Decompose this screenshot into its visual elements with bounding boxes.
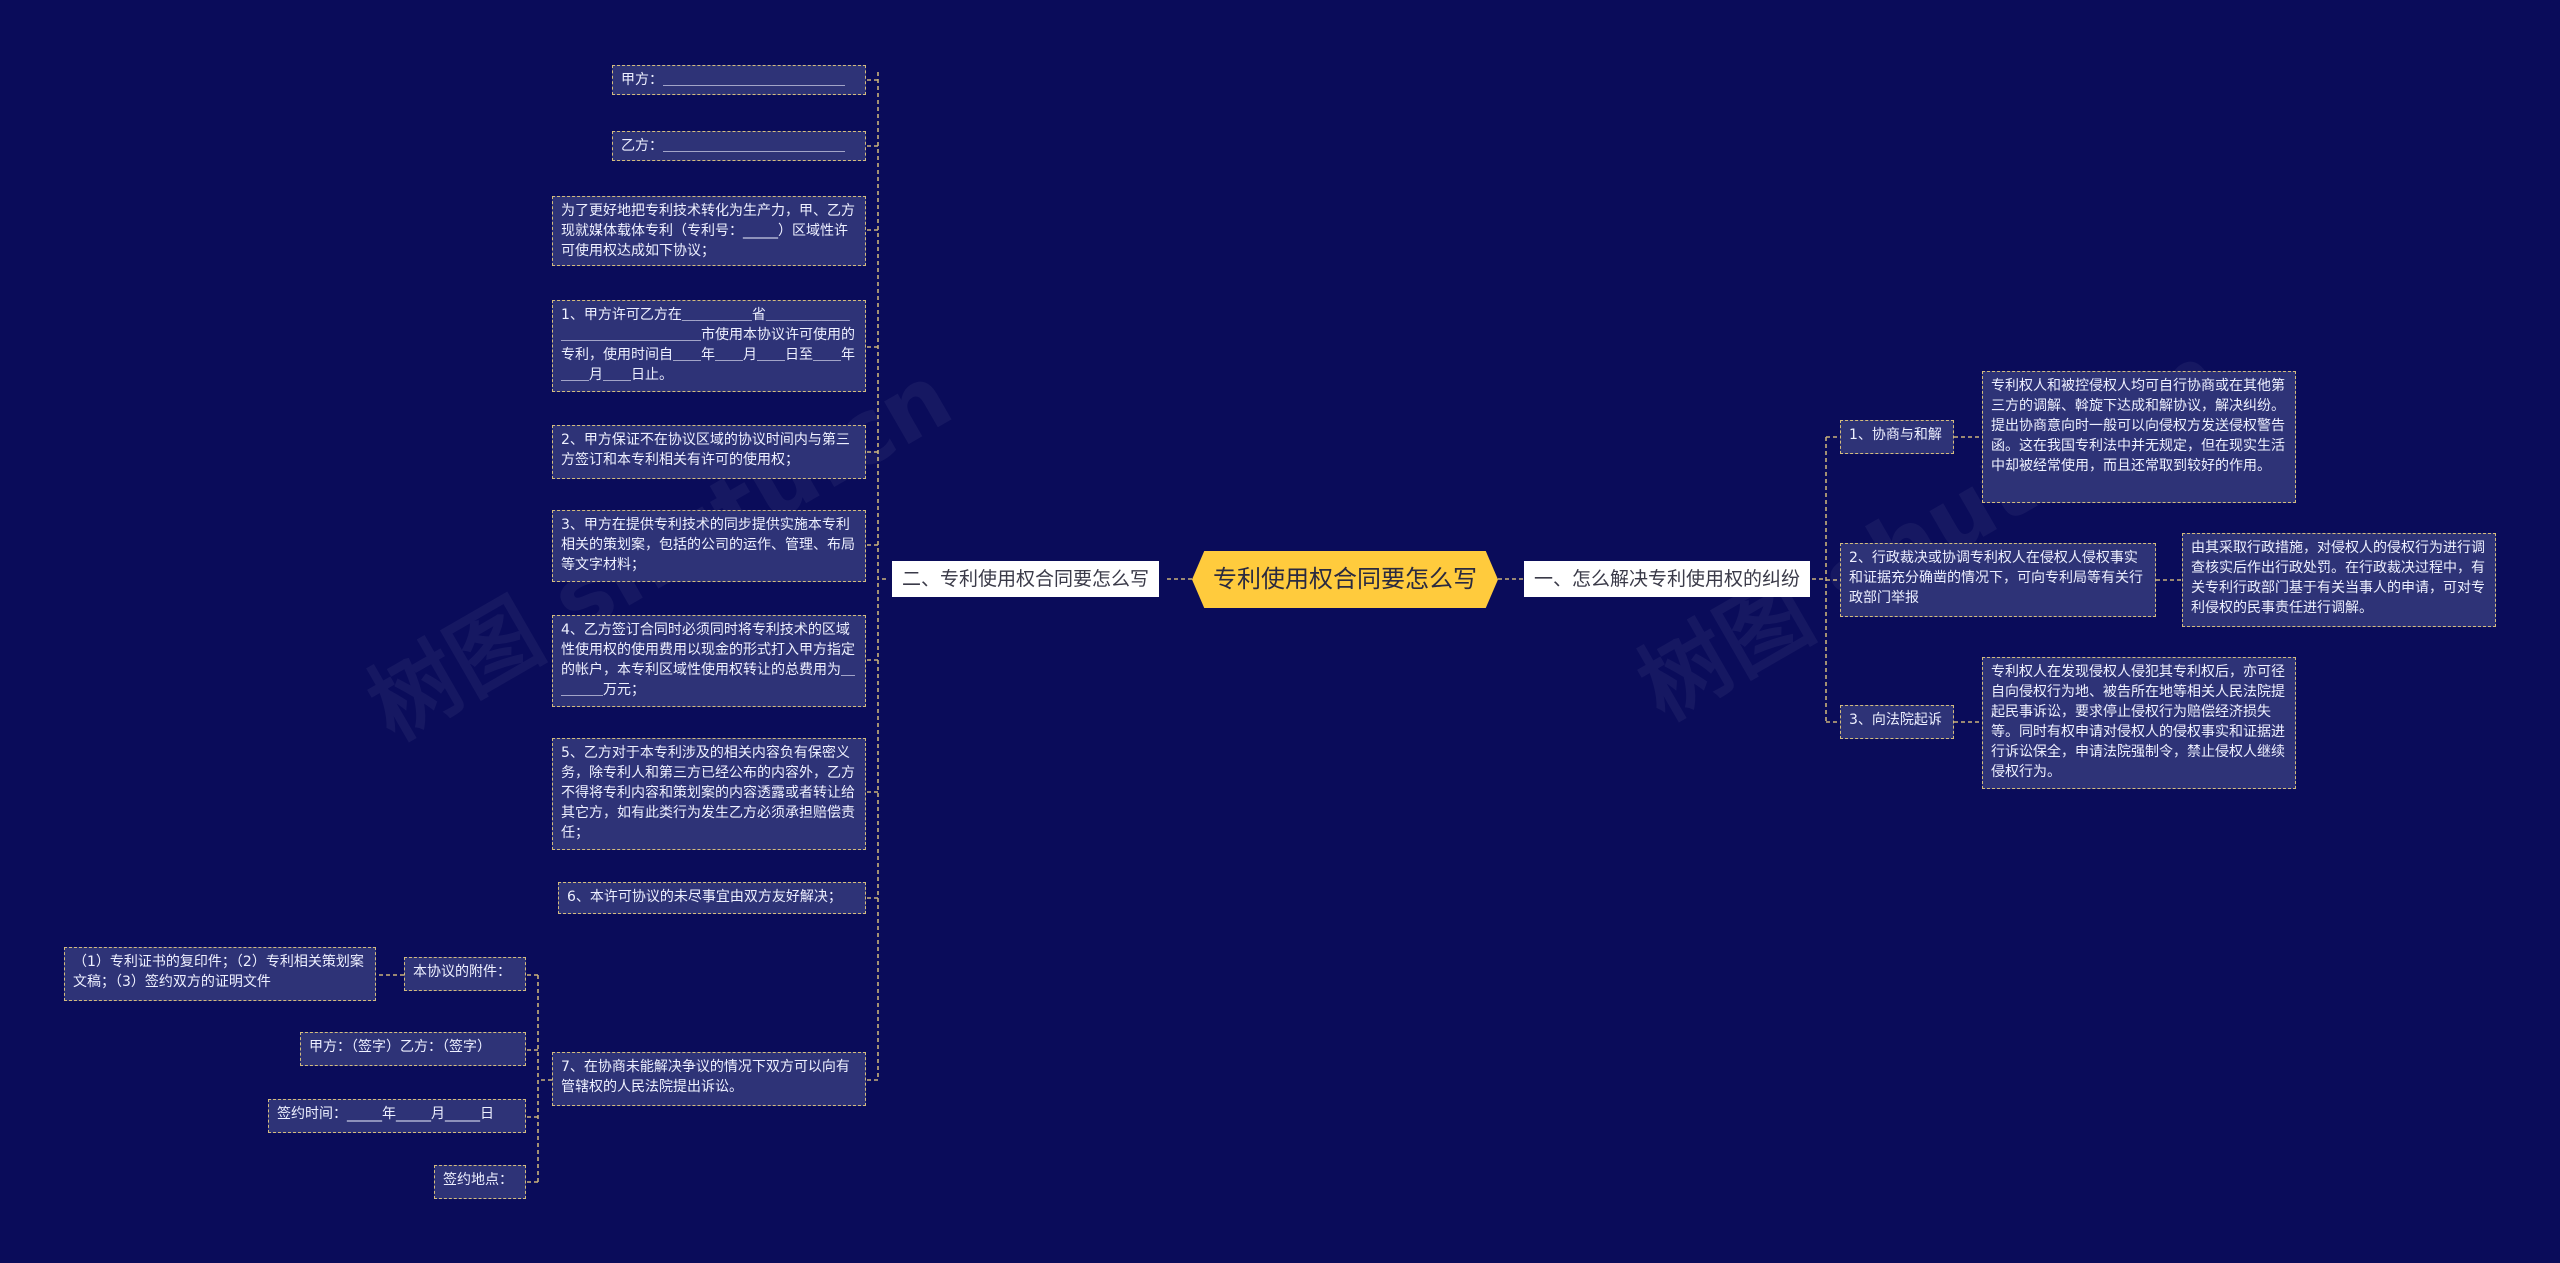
left-node-clause-2[interactable]: 2、甲方保证不在协议区域的协议时间内与第三方签订和本专利相关有许可的使用权；	[552, 425, 866, 479]
connector-lines	[376, 72, 2182, 1183]
left-node-clause-6[interactable]: 6、本许可协议的未尽事宜由双方友好解决；	[558, 882, 866, 914]
sub-node-attachment[interactable]: 本协议的附件：	[404, 957, 526, 991]
sub-node-signatures[interactable]: 甲方：（签字）乙方：（签字）	[300, 1032, 526, 1066]
mindmap-canvas: 树图 shutu.cn 树图 shutu.cn 专利使用权合同要怎么写 二、专利…	[0, 0, 2560, 1263]
root-node[interactable]: 专利使用权合同要怎么写	[1192, 551, 1498, 608]
right-node-litigation[interactable]: 3、向法院起诉	[1840, 705, 1954, 739]
right-node-administrative[interactable]: 2、行政裁决或协调专利权人在侵权人侵权事实和证据充分确凿的情况下，可向专利局等有…	[1840, 543, 2156, 617]
sub-node-signing-place[interactable]: 签约地点：	[434, 1165, 526, 1199]
left-node-clause-3[interactable]: 3、甲方在提供专利技术的同步提供实施本专利相关的策划案，包括的公司的运作、管理、…	[552, 510, 866, 582]
left-node-clause-5[interactable]: 5、乙方对于本专利涉及的相关内容负有保密义务，除专利人和第三方已经公布的内容外，…	[552, 738, 866, 850]
left-node-preamble[interactable]: 为了更好地把专利技术转化为生产力，甲、乙方现就媒体载体专利（专利号：_____）…	[552, 196, 866, 266]
left-node-clause-1[interactable]: 1、甲方许可乙方在＿＿＿＿＿省＿＿＿＿＿＿＿＿＿＿＿＿＿＿＿＿市使用本协议许可使…	[552, 300, 866, 392]
left-node-party-b[interactable]: 乙方：＿＿＿＿＿＿＿＿＿＿＿＿＿	[612, 131, 866, 161]
right-detail-administrative[interactable]: 由其采取行政措施，对侵权人的侵权行为进行调查核实后作出行政处罚。在行政裁决过程中…	[2182, 533, 2496, 627]
branch-right[interactable]: 一、怎么解决专利使用权的纠纷	[1524, 561, 1811, 597]
right-node-negotiation[interactable]: 1、协商与和解	[1840, 420, 1954, 454]
right-detail-litigation[interactable]: 专利权人在发现侵权人侵犯其专利权后，亦可径自向侵权行为地、被告所在地等相关人民法…	[1982, 657, 2296, 789]
attachment-detail[interactable]: （1）专利证书的复印件；（2）专利相关策划案文稿；（3）签约双方的证明文件	[64, 947, 376, 1001]
branch-left[interactable]: 二、专利使用权合同要怎么写	[892, 561, 1160, 597]
left-node-clause-4[interactable]: 4、乙方签订合同时必须同时将专利技术的区域性使用权的使用费用以现金的形式打入甲方…	[552, 615, 866, 707]
left-node-party-a[interactable]: 甲方：＿＿＿＿＿＿＿＿＿＿＿＿＿	[612, 65, 866, 95]
right-detail-negotiation[interactable]: 专利权人和被控侵权人均可自行协商或在其他第三方的调解、斡旋下达成和解协议，解决纠…	[1982, 371, 2296, 503]
left-node-clause-7[interactable]: 7、在协商未能解决争议的情况下双方可以向有管辖权的人民法院提出诉讼。	[552, 1052, 866, 1106]
sub-node-signing-date[interactable]: 签约时间：_____年_____月_____日	[268, 1099, 526, 1133]
